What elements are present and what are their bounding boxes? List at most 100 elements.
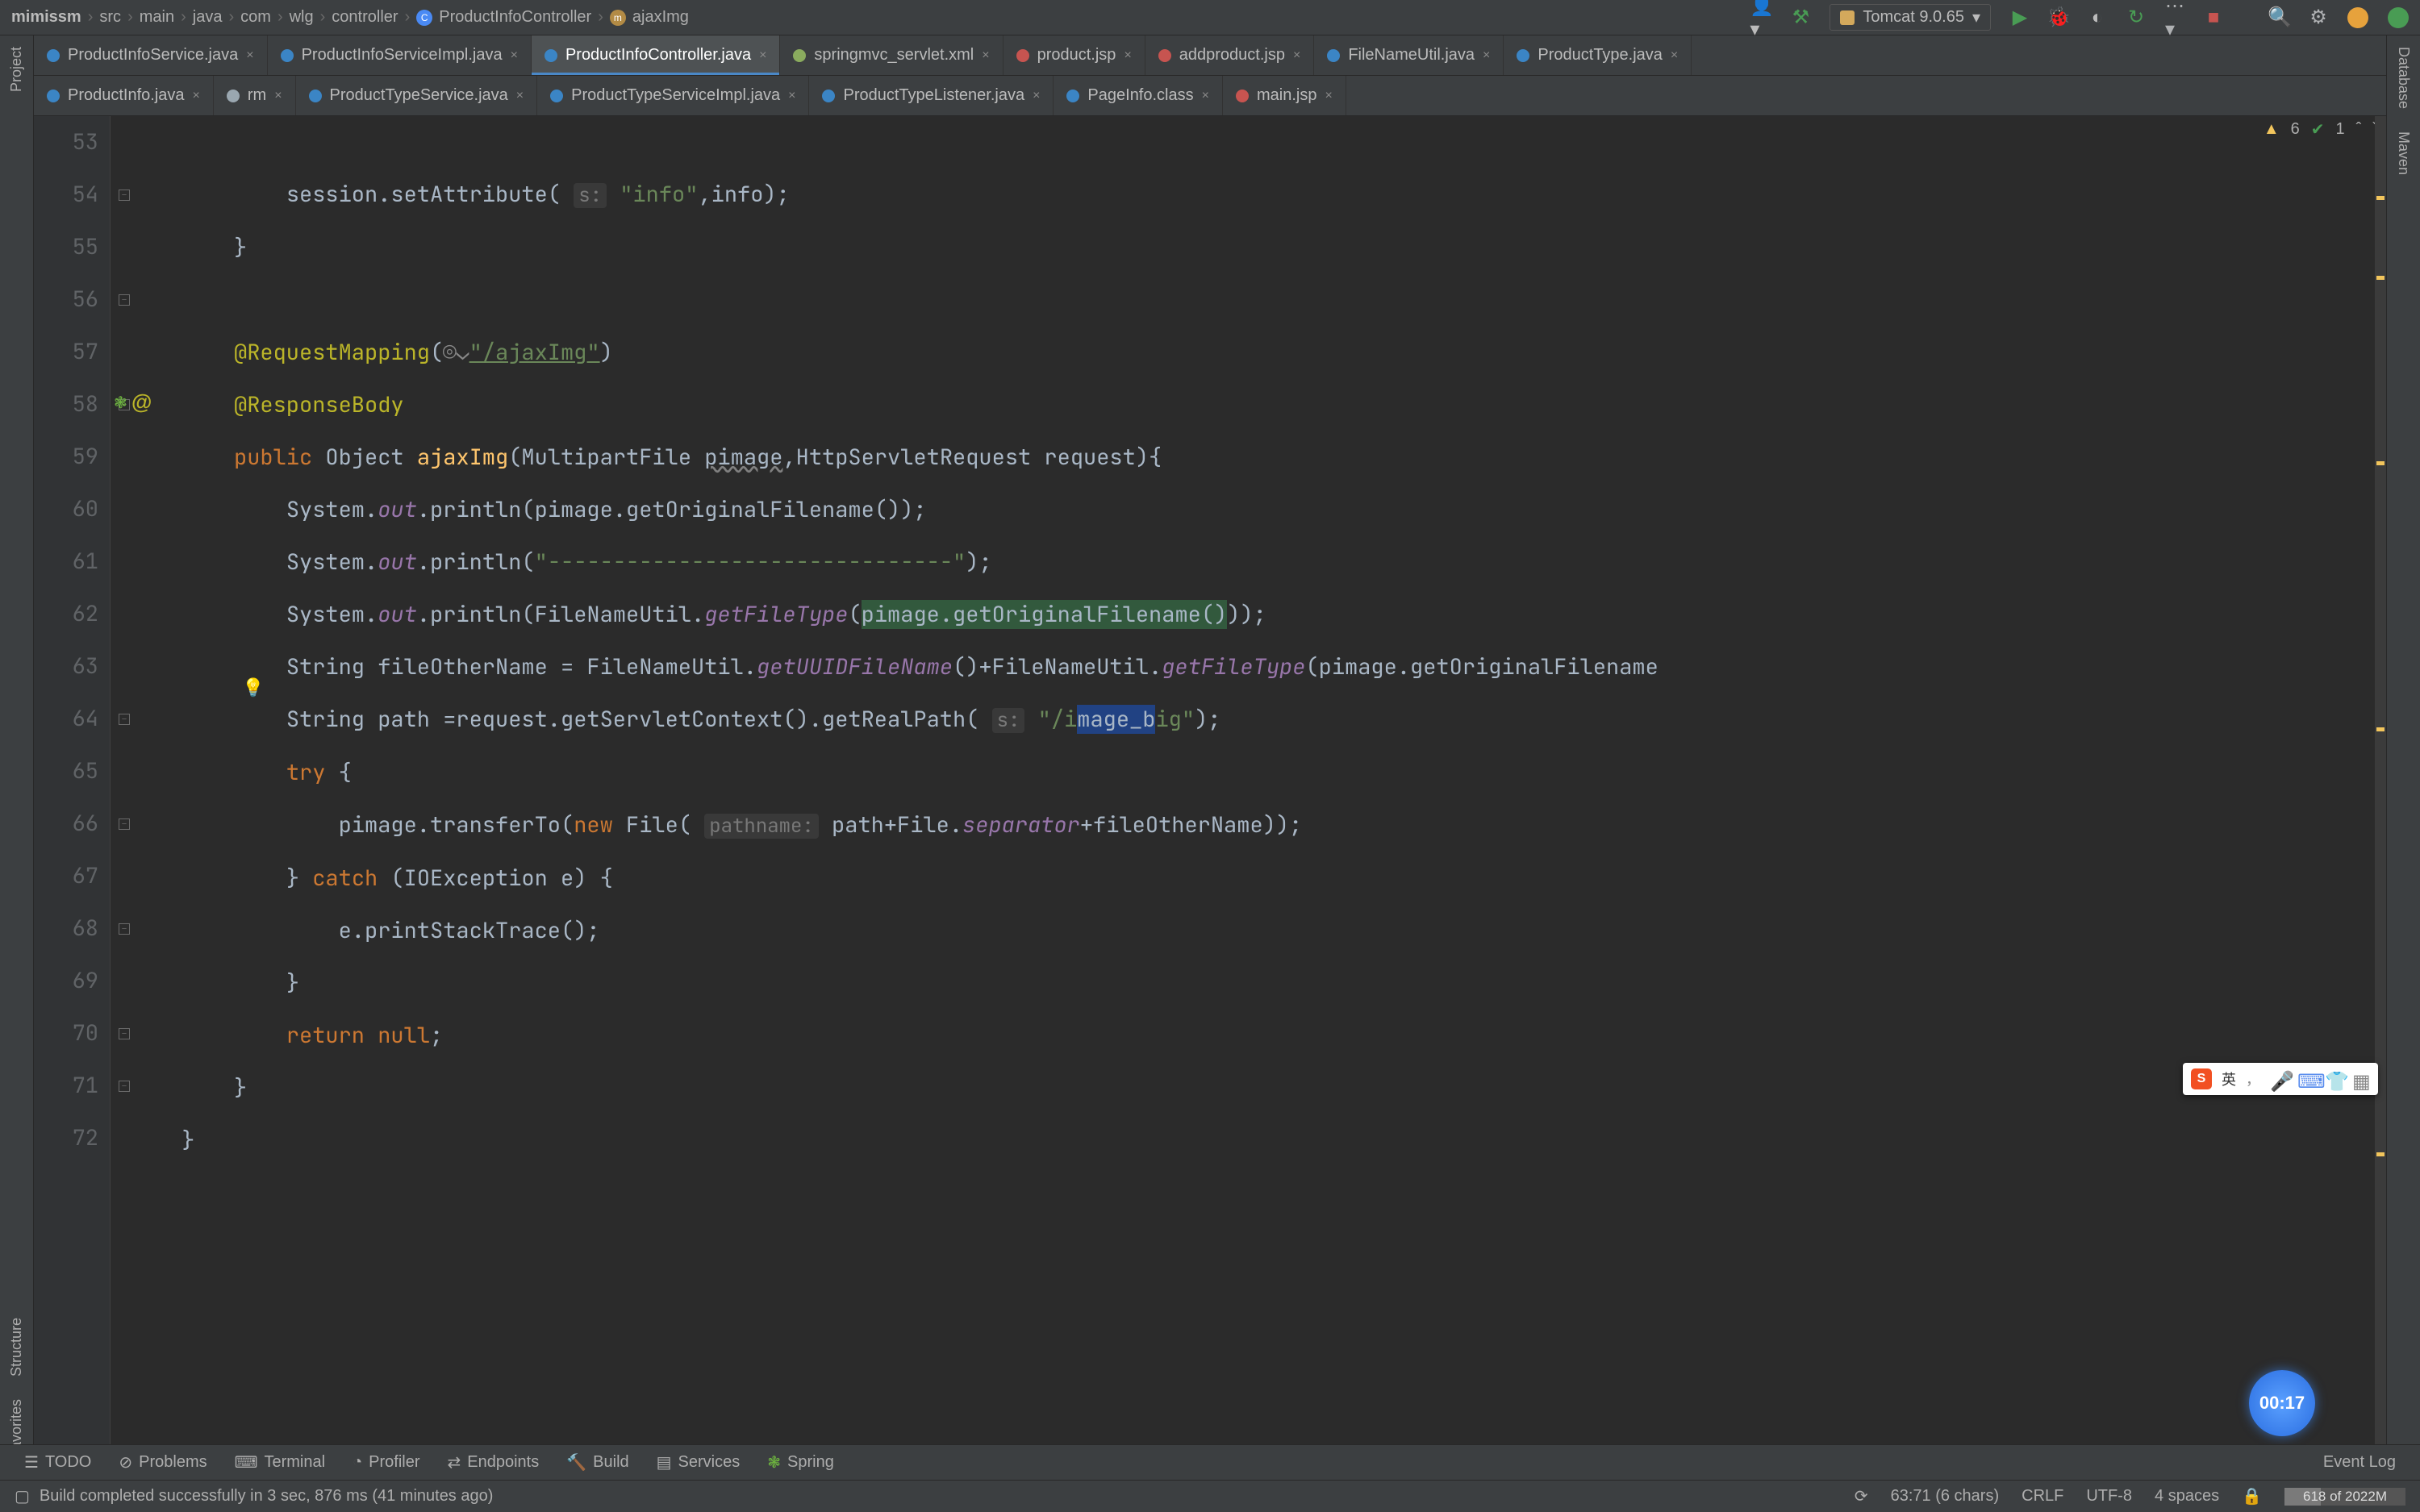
close-icon[interactable]: × [759, 48, 766, 63]
project-tool-tab[interactable]: Project [8, 47, 25, 92]
editor-tab[interactable]: main.jsp× [1223, 76, 1346, 115]
editor-tab[interactable]: FileNameUtil.java× [1314, 35, 1504, 75]
line-number[interactable]: 71 [34, 1060, 98, 1112]
user-avatar[interactable] [2347, 7, 2368, 28]
line-number[interactable]: 56 [34, 273, 98, 326]
breadcrumb-item[interactable]: java [193, 8, 223, 27]
line-number[interactable]: 65 [34, 745, 98, 798]
settings-gear-icon[interactable]: ⚙ [2309, 8, 2328, 27]
line-number[interactable]: 53 [34, 116, 98, 169]
line-number[interactable]: 69 [34, 955, 98, 1007]
line-number[interactable]: 61 [34, 535, 98, 588]
endpoints-tool[interactable]: ⇄Endpoints [448, 1452, 540, 1472]
editor-tab[interactable]: ProductTypeServiceImpl.java× [537, 76, 809, 115]
ime-menu-icon[interactable]: ▦ [2352, 1070, 2370, 1088]
problems-tool[interactable]: ⊘Problems [119, 1452, 207, 1472]
line-number[interactable]: 62 [34, 588, 98, 640]
file-encoding[interactable]: UTF-8 [2086, 1487, 2132, 1506]
editor-tab[interactable]: PageInfo.class× [1054, 76, 1223, 115]
spring-gutter-icon[interactable]: ❃ [114, 393, 127, 413]
intention-bulb-icon[interactable]: 💡 [242, 677, 264, 698]
tool-windows-toggle-icon[interactable]: ▢ [15, 1486, 30, 1506]
services-tool[interactable]: ▤Services [657, 1452, 741, 1472]
line-number[interactable]: 67 [34, 850, 98, 902]
close-icon[interactable]: × [1325, 89, 1332, 103]
ime-skin-icon[interactable]: 👕 [2325, 1070, 2343, 1088]
code-editor[interactable]: 5354555657585960616263646566676869707172… [34, 116, 2386, 1444]
fold-toggle-icon[interactable]: − [119, 294, 130, 306]
maven-tool-tab[interactable]: Maven [2395, 131, 2412, 175]
run-actions-icon[interactable]: ↻ [2126, 8, 2146, 27]
close-icon[interactable]: × [1483, 48, 1490, 63]
line-number[interactable]: 64 [34, 693, 98, 745]
profiler-tool[interactable]: ◔Profiler [353, 1453, 419, 1472]
nav-up-icon[interactable]: ˆ [2356, 120, 2362, 139]
breadcrumb-item[interactable]: wlg [290, 8, 314, 27]
structure-tool-tab[interactable]: Structure [8, 1318, 25, 1377]
line-number[interactable]: 68 [34, 902, 98, 955]
error-stripe[interactable] [2375, 116, 2386, 1444]
close-icon[interactable]: × [1671, 48, 1678, 63]
spring-tool[interactable]: ❃Spring [767, 1452, 834, 1472]
fold-toggle-icon[interactable]: − [119, 1081, 130, 1092]
vcs-commit-icon[interactable] [2243, 8, 2251, 27]
user-dropdown-icon[interactable]: 👤▾ [1752, 8, 1771, 27]
ime-toolbar[interactable]: S 英 ， 🎤 ⌨ 👕 ▦ [2183, 1063, 2378, 1095]
close-icon[interactable]: × [1124, 48, 1131, 63]
breadcrumb-item[interactable]: main [140, 8, 174, 27]
database-tool-tab[interactable]: Database [2395, 47, 2412, 109]
close-icon[interactable]: × [1202, 89, 1209, 103]
close-icon[interactable]: × [1293, 48, 1300, 63]
run-button[interactable]: ▶ [2010, 8, 2030, 27]
fold-toggle-icon[interactable]: − [119, 818, 130, 830]
terminal-tool[interactable]: ⌨Terminal [235, 1452, 325, 1472]
breadcrumb-item[interactable]: com [240, 8, 271, 27]
breadcrumb-class[interactable]: ProductInfoController [439, 8, 591, 27]
ime-keyboard-icon[interactable]: ⌨ [2297, 1070, 2315, 1088]
coverage-button[interactable]: ◐ [2088, 8, 2107, 27]
line-number[interactable]: 70 [34, 1007, 98, 1060]
code-with-me-icon[interactable] [2388, 7, 2409, 28]
editor-tab[interactable]: addproduct.jsp× [1145, 35, 1315, 75]
editor-tab[interactable]: ProductInfoService.java× [34, 35, 268, 75]
debug-button[interactable]: 🐞 [2049, 8, 2068, 27]
build-hammer-icon[interactable]: ⚒ [1791, 8, 1810, 27]
editor-tab[interactable]: product.jsp× [1003, 35, 1145, 75]
editor-tab[interactable]: springmvc_servlet.xml× [780, 35, 1003, 75]
indent-setting[interactable]: 4 spaces [2155, 1487, 2219, 1506]
caret-position[interactable]: 63:71 (6 chars) [1891, 1487, 2000, 1506]
close-icon[interactable]: × [1033, 89, 1040, 103]
close-icon[interactable]: × [511, 48, 518, 63]
editor-tab[interactable]: ProductTypeService.java× [296, 76, 538, 115]
search-everywhere-button[interactable]: 🔍 [2270, 8, 2289, 27]
breadcrumb-method[interactable]: ajaxImg [632, 8, 689, 27]
editor-tab[interactable]: ProductInfo.java× [34, 76, 214, 115]
line-number[interactable]: 72 [34, 1112, 98, 1164]
breadcrumb-root[interactable]: mimissm [11, 8, 81, 27]
event-log-tool[interactable]: Event Log [2323, 1453, 2396, 1472]
line-number[interactable]: 63 [34, 640, 98, 693]
editor-tab[interactable]: ProductInfoController.java× [532, 35, 780, 75]
editor-tab[interactable]: ProductType.java× [1504, 35, 1692, 75]
fold-toggle-icon[interactable]: − [119, 714, 130, 725]
background-tasks-icon[interactable]: ⟳ [1855, 1486, 1868, 1506]
ime-mic-icon[interactable]: 🎤 [2270, 1070, 2288, 1088]
todo-tool[interactable]: ☰TODO [24, 1452, 91, 1472]
line-number[interactable]: 58 [34, 378, 98, 431]
memory-indicator[interactable]: 618 of 2022M [2284, 1488, 2405, 1506]
line-number[interactable]: 59 [34, 431, 98, 483]
editor-tab[interactable]: ProductTypeListener.java× [809, 76, 1054, 115]
inspection-summary[interactable]: ▲ 6 ✔ 1 ˆ ˇ [2264, 119, 2378, 140]
close-icon[interactable]: × [516, 89, 524, 103]
close-icon[interactable]: × [246, 48, 253, 63]
editor-tab[interactable]: ProductInfoServiceImpl.java× [268, 35, 532, 75]
close-icon[interactable]: × [274, 89, 282, 103]
close-icon[interactable]: × [193, 89, 200, 103]
run-configuration-selector[interactable]: Tomcat 9.0.65 ▾ [1830, 4, 1991, 31]
line-separator[interactable]: CRLF [2022, 1487, 2063, 1506]
line-number[interactable]: 54 [34, 169, 98, 221]
fold-toggle-icon[interactable]: − [119, 1028, 130, 1039]
build-tool[interactable]: 🔨Build [566, 1452, 628, 1472]
line-number[interactable]: 66 [34, 798, 98, 850]
ime-lang-label[interactable]: 英 [2222, 1068, 2236, 1089]
